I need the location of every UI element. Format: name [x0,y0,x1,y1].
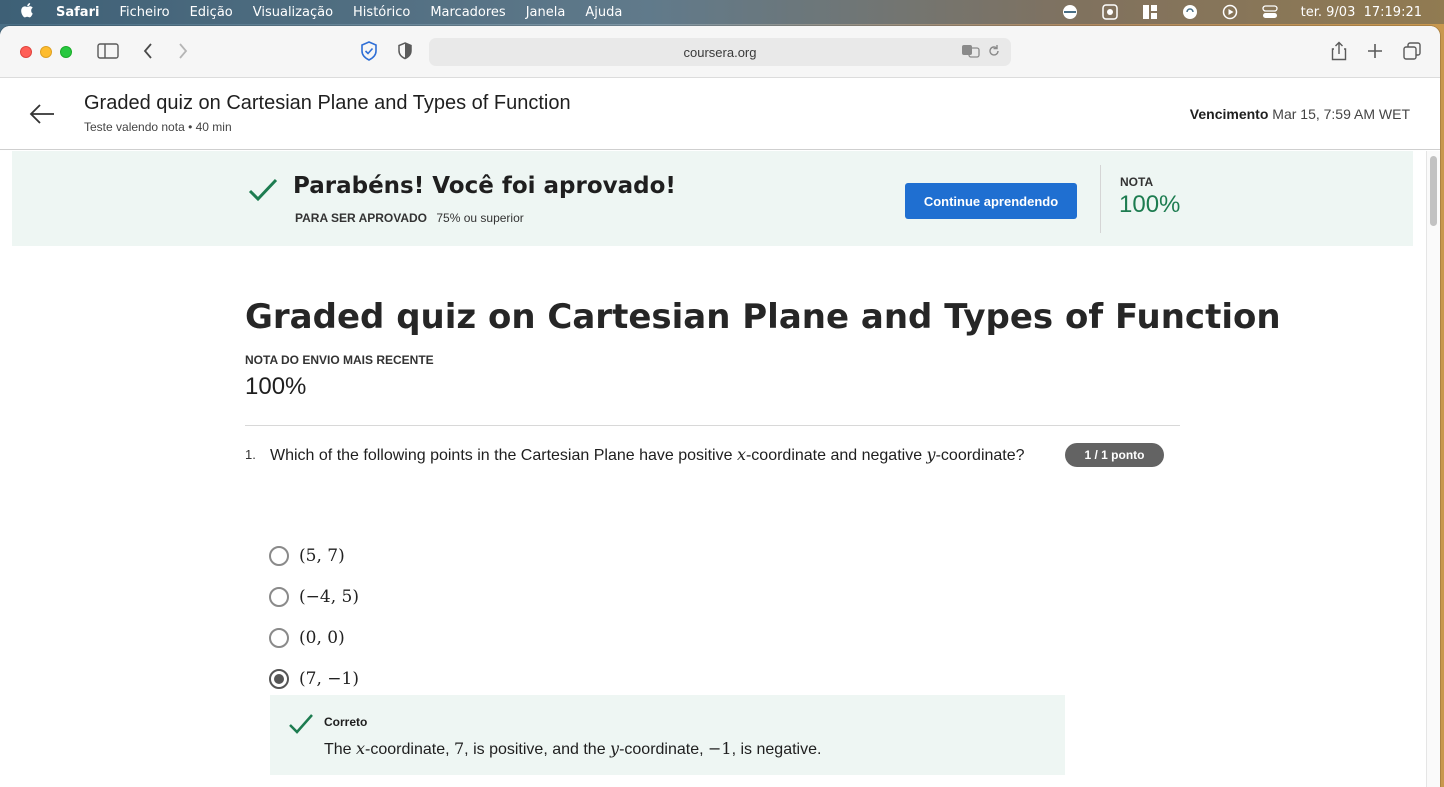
browser-window: coursera.org Graded quiz on Cartesian Pl… [0,26,1440,787]
feedback-title: Correto [324,715,368,729]
back-icon[interactable] [137,40,159,62]
close-window-button[interactable] [20,46,32,58]
minimize-window-button[interactable] [40,46,52,58]
feedback-text: The x-coordinate, 7, is positive, and th… [324,739,821,759]
back-arrow-icon[interactable] [28,100,56,128]
due-date: Vencimento Mar 15, 7:59 AM WET [1190,106,1410,122]
math-variable-y: y [610,739,620,758]
radio-button-checked[interactable] [269,669,289,689]
question-text-part: Which of the following points in the Car… [270,447,737,464]
answer-option-label: (7, −1) [299,669,359,689]
sync-icon[interactable] [1181,5,1199,19]
feedback-text-part: , is positive, and the [464,741,611,758]
math-variable-x: x [356,739,366,758]
answer-option[interactable]: (5, 7) [269,544,345,568]
address-bar[interactable]: coursera.org [429,38,1011,66]
browser-toolbar: coursera.org [0,26,1440,78]
feedback-box: Correto The x-coordinate, 7, is positive… [270,695,1065,775]
answer-option[interactable]: (0, 0) [269,626,345,650]
menu-app-name[interactable]: Safari [56,5,99,20]
tab-overview-icon[interactable] [1401,40,1423,62]
sidebar-toggle-icon[interactable] [97,40,119,62]
main-content: Parabéns! Você foi aprovado! PARA SER AP… [0,151,1426,787]
menu-historico[interactable]: Histórico [353,5,410,20]
pass-requirement-label: PARA SER APROVADO [295,211,428,225]
scrollbar-thumb[interactable] [1430,156,1437,226]
grade-value: 100% [1119,191,1181,218]
share-icon[interactable] [1328,40,1350,62]
pass-requirement: PARA SER APROVADO 75% ou superior [295,211,524,225]
page-title: Graded quiz on Cartesian Plane and Types… [245,297,1281,337]
math-value: 7 [453,739,465,758]
fullscreen-window-button[interactable] [60,46,72,58]
due-value: Mar 15, 7:59 AM WET [1272,106,1410,122]
points-badge: 1 / 1 ponto [1065,443,1164,467]
radio-button[interactable] [269,546,289,566]
question-number: 1. [245,447,256,462]
feedback-text-part: -coordinate, [619,741,709,758]
divider [245,425,1180,426]
control-center-icon[interactable] [1261,5,1279,19]
answer-option-selected[interactable]: (7, −1) [269,667,359,691]
privacy-shield-icon[interactable] [358,40,380,62]
question-text-part: -coordinate and negative [745,447,927,464]
continue-learning-button[interactable]: Continue aprendendo [905,183,1077,219]
translate-icon[interactable] [961,44,981,61]
question-text-part: -coordinate? [935,447,1025,464]
menu-ficheiro[interactable]: Ficheiro [119,5,169,20]
math-value: −1 [708,739,732,758]
address-url: coursera.org [683,44,757,60]
question-text: Which of the following points in the Car… [270,445,1025,465]
radio-button[interactable] [269,628,289,648]
menu-edicao[interactable]: Edição [190,5,233,20]
radio-button[interactable] [269,587,289,607]
answer-option-label: (0, 0) [299,628,345,648]
menu-ajuda[interactable]: Ajuda [585,5,622,20]
vpn-icon[interactable] [1061,5,1079,19]
latest-submission-label: NOTA DO ENVIO MAIS RECENTE [245,353,434,367]
grade-label: NOTA [1120,175,1154,189]
due-label: Vencimento [1189,106,1269,122]
menu-janela[interactable]: Janela [526,5,566,20]
feedback-text-part: -coordinate, [365,741,454,758]
feedback-text-part: The [324,741,357,758]
answer-option-label: (−4, 5) [299,587,359,607]
pass-title: Parabéns! Você foi aprovado! [293,173,676,199]
check-icon [288,711,314,737]
new-tab-icon[interactable] [1364,40,1386,62]
menu-marcadores[interactable]: Marcadores [430,5,505,20]
quiz-header-title: Graded quiz on Cartesian Plane and Types… [84,92,571,114]
menu-visualizacao[interactable]: Visualização [253,5,333,20]
play-icon[interactable] [1221,4,1239,20]
window-layout-icon[interactable] [1141,5,1159,19]
status-area: ter. 9/03 17:19:21 [1061,0,1422,24]
quiz-header-subtitle: Teste valendo nota • 40 min [84,120,232,134]
scrollbar-track[interactable] [1426,151,1440,787]
menubar-clock[interactable]: ter. 9/03 17:19:21 [1301,5,1422,20]
page-header: Graded quiz on Cartesian Plane and Types… [0,78,1440,150]
pass-requirement-value: 75% ou superior [436,211,524,225]
privacy-report-icon[interactable] [394,40,416,62]
answer-option[interactable]: (−4, 5) [269,585,359,609]
pass-banner: Parabéns! Você foi aprovado! PARA SER AP… [12,151,1413,246]
math-variable-y: y [926,445,936,464]
apple-icon[interactable] [20,2,40,22]
latest-submission-grade: 100% [245,373,307,400]
answer-option-label: (5, 7) [299,546,345,566]
banner-divider [1100,165,1101,233]
app-extension-icon[interactable] [1101,4,1119,20]
reload-icon[interactable] [987,44,1001,61]
forward-icon[interactable] [172,40,194,62]
math-variable-x: x [736,445,746,464]
check-icon [248,175,278,205]
feedback-text-part: , is negative. [731,741,822,758]
menu-bar: Safari Ficheiro Edição Visualização Hist… [0,0,1444,24]
